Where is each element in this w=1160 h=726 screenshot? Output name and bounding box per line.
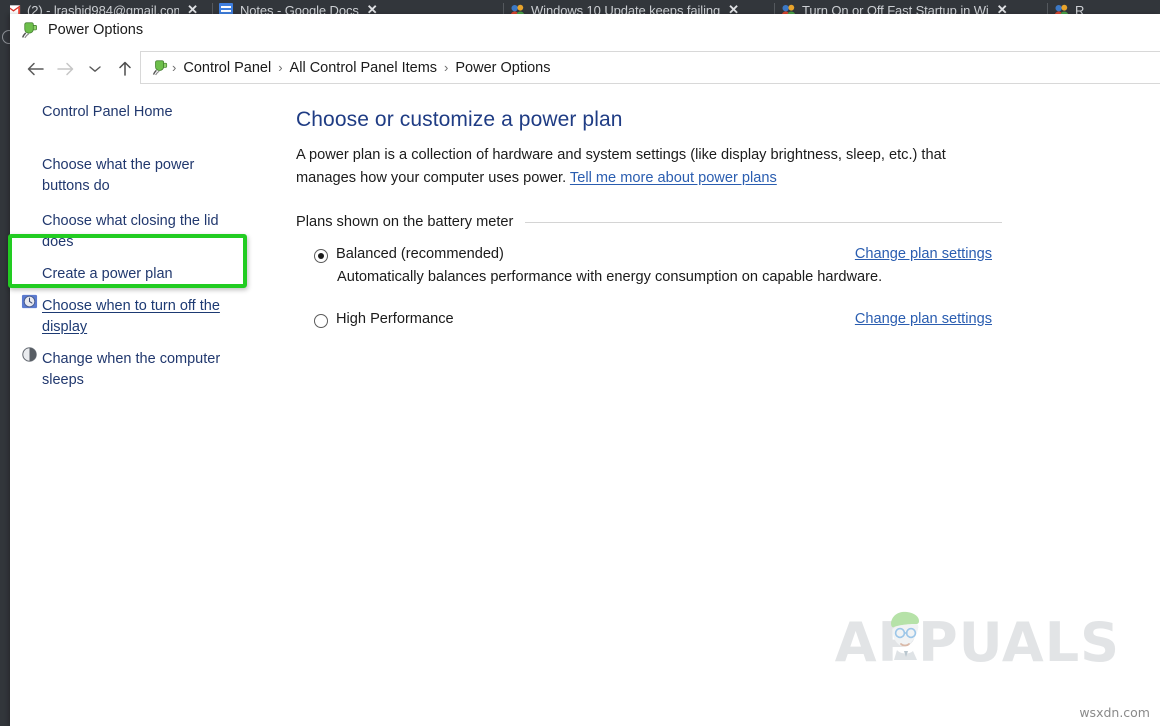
plan-description-balanced: Automatically balances performance with …	[286, 263, 1160, 285]
sidebar-item-label: Choose what closing the lid does	[42, 211, 238, 253]
appuals-watermark: APPUALS	[835, 611, 1120, 674]
main-content-pane: Choose or customize a power plan A power…	[286, 92, 1160, 328]
window-title: Power Options	[48, 22, 143, 38]
forward-arrow-icon	[50, 54, 80, 84]
plan-name-high-performance: High Performance	[336, 311, 855, 327]
browser-chrome-strip	[0, 0, 10, 726]
plans-group-label: Plans shown on the battery meter	[296, 214, 513, 230]
moon-icon	[21, 346, 38, 363]
group-divider	[525, 222, 1002, 223]
sidebar-item-change-when-the-computer-sleeps[interactable]: Change when the computer sleeps	[10, 342, 280, 395]
plan-row-high-performance[interactable]: High Performance Change plan settings	[286, 285, 1160, 328]
sidebar-item-label: Choose when to turn off the display	[42, 296, 238, 338]
chevron-down-icon[interactable]	[80, 54, 110, 84]
sidebar-item-choose-when-to-turn-off-the-display[interactable]: Choose when to turn off the display	[10, 289, 280, 342]
sidebar-item-label: Control Panel Home	[42, 102, 173, 123]
plan-name-balanced: Balanced (recommended)	[336, 246, 855, 262]
navigation-toolbar: › Control Panel › All Control Panel Item…	[10, 46, 1160, 92]
radio-balanced[interactable]	[314, 249, 328, 263]
breadcrumb-power-options[interactable]: Power Options	[449, 60, 556, 76]
site-credit: wsxdn.com	[1079, 705, 1150, 720]
page-description: A power plan is a collection of hardware…	[286, 132, 976, 190]
sidebar-item-label: Change when the computer sleeps	[42, 349, 238, 391]
power-plug-icon	[151, 59, 169, 77]
plans-group-header: Plans shown on the battery meter	[286, 190, 1160, 230]
navigation-pane: Control Panel Home Choose what the power…	[10, 92, 280, 395]
breadcrumb-control-panel[interactable]: Control Panel	[177, 60, 277, 76]
change-plan-settings-high-performance[interactable]: Change plan settings	[855, 311, 992, 327]
clock-icon	[21, 293, 38, 310]
back-arrow-icon[interactable]	[20, 54, 50, 84]
up-arrow-icon[interactable]	[110, 54, 140, 84]
sidebar-item-choose-what-closing-the-lid-does[interactable]: Choose what closing the lid does	[10, 203, 280, 257]
sidebar-item-label: Create a power plan	[42, 264, 173, 285]
radio-high-performance[interactable]	[314, 314, 328, 328]
sidebar-item-control-panel-home[interactable]: Control Panel Home	[10, 98, 280, 127]
change-plan-settings-balanced[interactable]: Change plan settings	[855, 246, 992, 262]
breadcrumb-all-control-panel-items[interactable]: All Control Panel Items	[284, 60, 443, 76]
page-title: Choose or customize a power plan	[286, 92, 1160, 132]
address-bar[interactable]: › Control Panel › All Control Panel Item…	[140, 51, 1160, 84]
sidebar-item-create-a-power-plan[interactable]: Create a power plan	[10, 257, 280, 289]
power-plug-icon	[20, 21, 39, 40]
sidebar-item-label: Choose what the power buttons do	[42, 155, 238, 197]
tell-me-more-link[interactable]: Tell me more about power plans	[570, 170, 777, 186]
window-title-bar: Power Options	[10, 14, 1160, 46]
sidebar-item-choose-what-the-power-buttons-do[interactable]: Choose what the power buttons do	[10, 149, 280, 203]
plan-row-balanced[interactable]: Balanced (recommended) Change plan setti…	[286, 230, 1160, 263]
appuals-face-logo-icon	[877, 603, 937, 663]
